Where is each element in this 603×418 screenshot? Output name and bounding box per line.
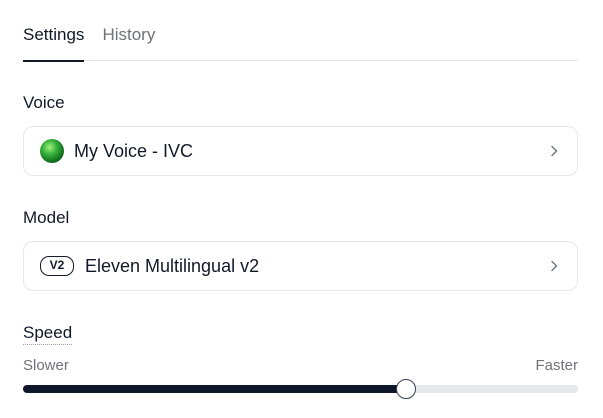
speed-slider-thumb[interactable]: [396, 379, 416, 399]
speed-max-label: Faster: [535, 357, 578, 374]
voice-avatar-icon: [40, 139, 64, 163]
chevron-right-icon: [551, 260, 558, 272]
model-select[interactable]: V2 Eleven Multilingual v2: [23, 241, 578, 291]
speed-section-label[interactable]: Speed: [23, 323, 73, 345]
tab-history[interactable]: History: [102, 20, 155, 61]
tab-bar: Settings History: [23, 20, 578, 62]
tab-settings[interactable]: Settings: [23, 20, 85, 62]
model-version-badge: V2: [40, 256, 74, 276]
settings-panel: Settings History Voice My Voice - IVC Mo…: [0, 0, 603, 418]
speed-min-label: Slower: [23, 357, 69, 374]
voice-select-value: My Voice - IVC: [74, 140, 194, 161]
voice-select[interactable]: My Voice - IVC: [23, 126, 578, 176]
speed-slider-fill: [23, 385, 406, 393]
model-section-label: Model: [23, 208, 70, 227]
chevron-right-icon: [551, 145, 558, 157]
model-select-value: Eleven Multilingual v2: [85, 255, 260, 276]
speed-slider-track[interactable]: [23, 379, 578, 399]
voice-section-label: Voice: [23, 93, 65, 112]
